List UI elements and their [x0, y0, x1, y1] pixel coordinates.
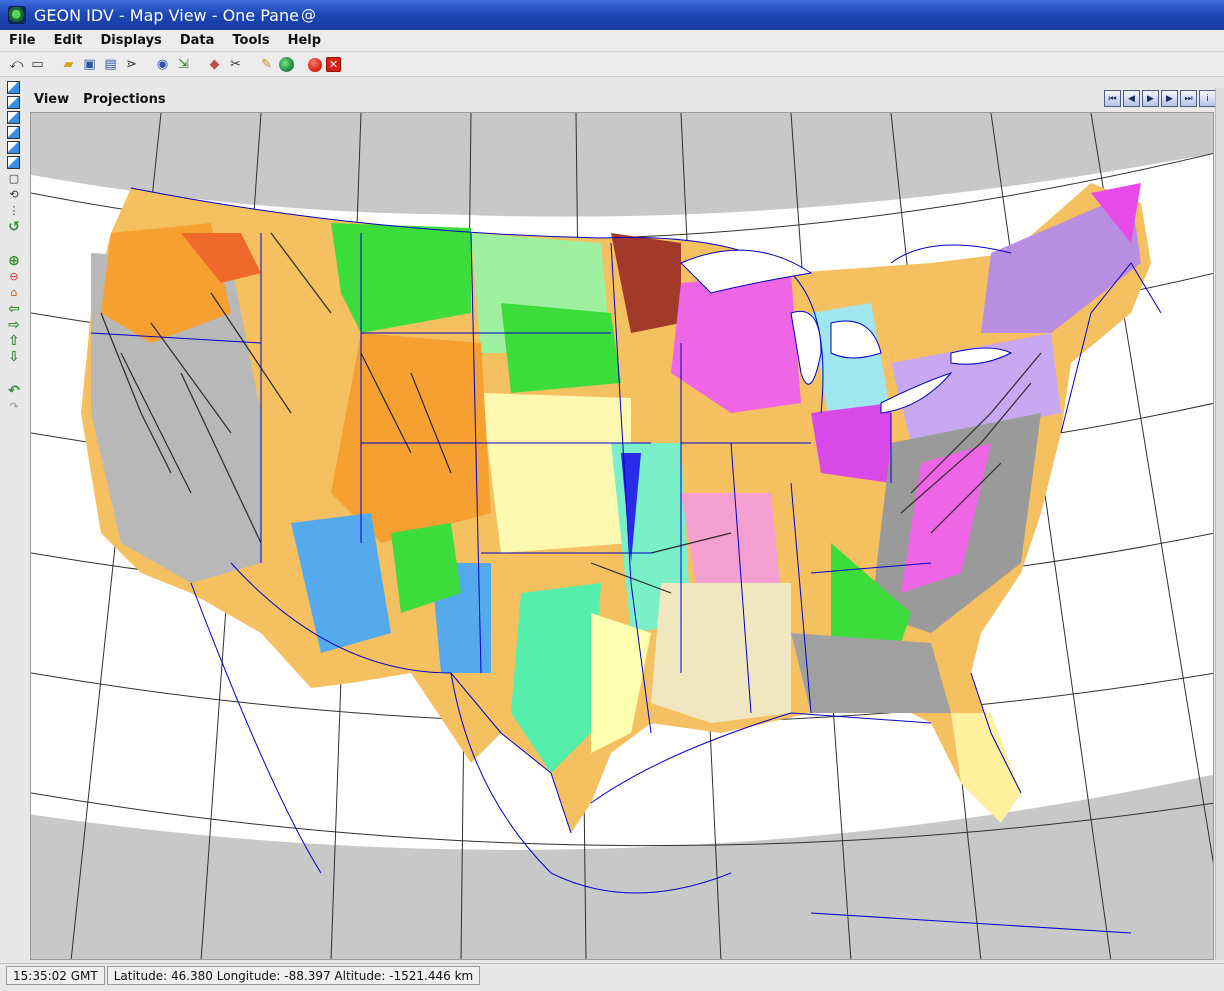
- step-forward-icon[interactable]: ▶: [1161, 90, 1178, 107]
- pan-up-icon[interactable]: ⇧: [6, 333, 22, 349]
- record-icon[interactable]: [308, 57, 322, 72]
- view-west-icon[interactable]: [7, 156, 20, 169]
- new-window-icon[interactable]: ▭: [29, 56, 46, 73]
- menu-displays[interactable]: Displays: [97, 33, 164, 48]
- first-frame-icon[interactable]: ⏮: [1104, 90, 1121, 107]
- menu-bar: File Edit Displays Data Tools Help: [0, 30, 1224, 52]
- menu-tools[interactable]: Tools: [229, 33, 272, 48]
- view-bottom-icon[interactable]: [7, 96, 20, 109]
- eraser-icon[interactable]: ◆: [206, 56, 223, 73]
- toolbar-separator: [144, 56, 150, 73]
- toolbar-separator: [298, 56, 304, 73]
- last-frame-icon[interactable]: ⏭: [1180, 90, 1197, 107]
- save-icon[interactable]: ▣: [81, 56, 98, 73]
- image-capture-icon[interactable]: ⇲: [175, 56, 192, 73]
- status-time: 15:35:02 GMT: [6, 966, 105, 985]
- toolbar-separator: [248, 56, 254, 73]
- title-bar[interactable]: GEON IDV - Map View - One Pane @: [0, 0, 1224, 30]
- view-east-icon[interactable]: [7, 126, 20, 139]
- map-display[interactable]: [30, 112, 1214, 960]
- back-icon[interactable]: ⤺: [8, 56, 25, 73]
- swirl-icon: @: [300, 6, 316, 24]
- window-title: GEON IDV - Map View - One Pane: [34, 5, 299, 25]
- scissors-icon[interactable]: ✂: [227, 56, 244, 73]
- info-icon[interactable]: i: [1199, 90, 1216, 107]
- zoom-out-icon[interactable]: ⊖: [6, 269, 22, 284]
- idv-globe-icon: [8, 6, 26, 24]
- step-back-icon[interactable]: ◀: [1123, 90, 1140, 107]
- rotate-icon[interactable]: ⟲: [6, 187, 22, 202]
- open-folder-icon[interactable]: ▰: [60, 56, 77, 73]
- geology-southeast: [791, 633, 951, 713]
- status-bar: 15:35:02 GMT Latitude: 46.380 Longitude:…: [0, 963, 1224, 987]
- help-icon[interactable]: ◉: [154, 56, 171, 73]
- data-choosers-icon[interactable]: ⋗: [123, 56, 140, 73]
- view-panel-bar: View Projections ⏮ ◀ ▶ ▶ ⏭ i: [30, 88, 1220, 110]
- toolbar-separator: [196, 56, 202, 73]
- pan-left-icon[interactable]: ⇦: [6, 301, 22, 317]
- view-north-icon[interactable]: [7, 111, 20, 124]
- menu-edit[interactable]: Edit: [51, 33, 86, 48]
- projections-menu[interactable]: Projections: [83, 92, 165, 107]
- view-menu[interactable]: View: [34, 92, 69, 107]
- undo-icon[interactable]: ↶: [6, 383, 22, 399]
- play-icon[interactable]: ▶: [1142, 90, 1159, 107]
- animation-controls: ⏮ ◀ ▶ ▶ ⏭ i: [1102, 90, 1216, 107]
- geology-mississippi: [651, 583, 791, 723]
- main-toolbar: ⤺ ▭ ▰ ▣ ▤ ⋗ ◉ ⇲ ◆ ✂ ✎ ✕: [0, 53, 1224, 77]
- vertical-scale-icon[interactable]: ⋮: [6, 203, 22, 218]
- pan-right-icon[interactable]: ⇨: [6, 317, 22, 333]
- idv-window: GEON IDV - Map View - One Pane @ File Ed…: [0, 0, 1224, 991]
- geology-ohio-basin: [811, 403, 891, 483]
- viewbox-icon[interactable]: ▢: [6, 171, 22, 186]
- status-location: Latitude: 46.380 Longitude: -88.397 Alti…: [106, 966, 481, 985]
- menu-help[interactable]: Help: [285, 33, 324, 48]
- save-bundle-icon[interactable]: ▤: [102, 56, 119, 73]
- toolbar-separator: [50, 56, 56, 73]
- right-scroll-edge[interactable]: [1215, 88, 1224, 960]
- map-canvas[interactable]: [31, 113, 1214, 960]
- toolbar-gap: [6, 235, 26, 253]
- zoom-in-icon[interactable]: ⊕: [6, 253, 22, 269]
- left-toolbar: ▢ ⟲ ⋮ ↺ ⊕ ⊖ ⌂ ⇦ ⇨ ⇧ ⇩ ↶ ↷: [6, 80, 26, 440]
- menu-data[interactable]: Data: [177, 33, 218, 48]
- pencil-icon[interactable]: ✎: [258, 56, 275, 73]
- close-icon[interactable]: ✕: [326, 57, 341, 72]
- home-icon[interactable]: ⌂: [6, 285, 22, 300]
- view-south-icon[interactable]: [7, 141, 20, 154]
- globe-icon[interactable]: [279, 57, 294, 72]
- view-top-icon[interactable]: [7, 81, 20, 94]
- redo-icon[interactable]: ↷: [6, 399, 22, 414]
- geology-kansas: [481, 393, 631, 553]
- pan-down-icon[interactable]: ⇩: [6, 349, 22, 365]
- toolbar-gap: [6, 365, 26, 383]
- geology-plains-green: [501, 303, 621, 393]
- reset-view-icon[interactable]: ↺: [6, 219, 22, 235]
- menu-file[interactable]: File: [6, 33, 39, 48]
